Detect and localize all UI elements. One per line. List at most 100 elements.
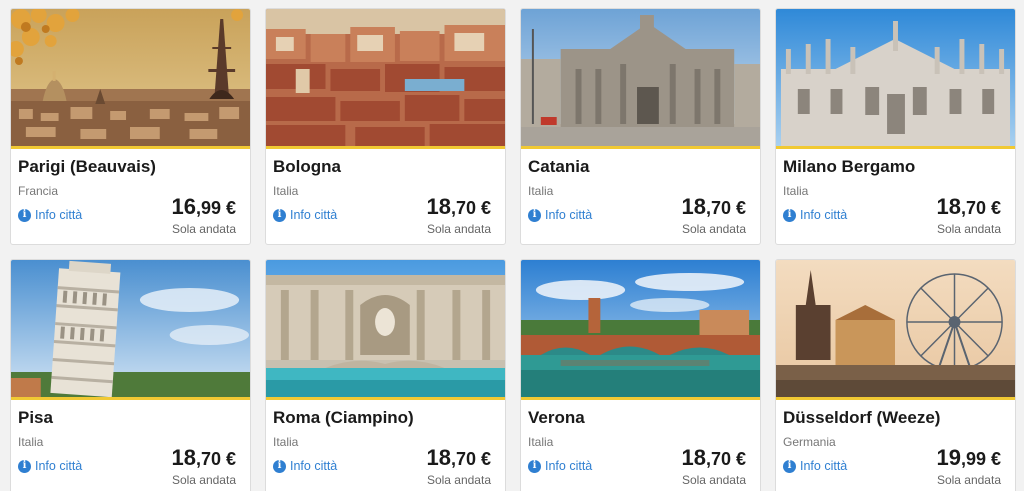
price-currency: € [730,198,746,218]
destination-card-pisa[interactable]: Pisa Italia i Info città 18,70 € Sola an… [10,259,251,491]
price-integer: 18 [426,445,451,470]
card-info: Roma (Ciampino) Italia i Info città 18,7… [266,400,505,491]
city-name[interactable]: Parigi (Beauvais) [18,157,156,177]
info-circle-icon: i [783,459,796,473]
city-info-link[interactable]: i Info città [783,459,847,473]
destination-card-roma[interactable]: Roma (Ciampino) Italia i Info città 18,7… [265,259,506,491]
city-info-label: Info città [290,459,338,473]
price-integer: 16 [171,194,196,219]
price-integer: 18 [171,445,196,470]
city-name[interactable]: Pisa [18,408,53,428]
price-currency: € [985,449,1001,469]
fare-type: Sola andata [936,473,1001,487]
destination-grid: Parigi (Beauvais) Francia i Info città 1… [0,0,1024,491]
price[interactable]: 18,70 € [171,445,236,471]
country-name: Italia [18,435,44,449]
price[interactable]: 18,70 € [426,194,491,220]
price[interactable]: 18,70 € [681,445,746,471]
price-integer: 18 [681,194,706,219]
price-currency: € [220,449,236,469]
city-name[interactable]: Catania [528,157,589,177]
price[interactable]: 18,70 € [426,445,491,471]
destination-card-dusseldorf[interactable]: Düsseldorf (Weeze) Germania i Info città… [775,259,1016,491]
city-info-label: Info città [545,459,593,473]
price-currency: € [730,449,746,469]
city-info-label: Info città [800,208,848,222]
city-info-link[interactable]: i Info città [273,208,337,222]
fare-type: Sola andata [171,473,236,487]
info-circle-icon: i [528,208,541,222]
fare-type: Sola andata [426,473,491,487]
city-name[interactable]: Bologna [273,157,341,177]
city-name[interactable]: Verona [528,408,585,428]
city-info-link[interactable]: i Info città [528,459,592,473]
country-name: Italia [273,435,299,449]
city-info-label: Info città [290,208,338,222]
price-integer: 18 [936,194,961,219]
city-info-link[interactable]: i Info città [783,208,847,222]
price[interactable]: 18,70 € [681,194,746,220]
city-name[interactable]: Milano Bergamo [783,157,915,177]
destination-card-bologna[interactable]: Bologna Italia i Info città 18,70 € Sola… [265,8,506,245]
city-info-label: Info città [35,208,83,222]
city-info-link[interactable]: i Info città [18,208,82,222]
price-currency: € [985,198,1001,218]
price[interactable]: 16,99 € [171,194,236,220]
destination-card-catania[interactable]: Catania Italia i Info città 18,70 € Sola… [520,8,761,245]
fare-type: Sola andata [426,222,491,236]
card-info: Milano Bergamo Italia i Info città 18,70… [776,149,1015,244]
card-info: Catania Italia i Info città 18,70 € Sola… [521,149,760,244]
price[interactable]: 18,70 € [936,194,1001,220]
info-circle-icon: i [18,208,31,222]
card-info: Bologna Italia i Info città 18,70 € Sola… [266,149,505,244]
price-decimal: ,70 [960,198,986,218]
price-decimal: ,70 [450,198,476,218]
price-decimal: ,70 [450,449,476,469]
card-info: Pisa Italia i Info città 18,70 € Sola an… [11,400,250,491]
country-name: Italia [528,435,554,449]
city-info-label: Info città [35,459,83,473]
destination-card-milano-bergamo[interactable]: Milano Bergamo Italia i Info città 18,70… [775,8,1016,245]
card-info: Verona Italia i Info città 18,70 € Sola … [521,400,760,491]
price[interactable]: 19,99 € [936,445,1001,471]
destination-card-parigi[interactable]: Parigi (Beauvais) Francia i Info città 1… [10,8,251,245]
city-name[interactable]: Roma (Ciampino) [273,408,414,428]
city-info-link[interactable]: i Info città [528,208,592,222]
city-name[interactable]: Düsseldorf (Weeze) [783,408,940,428]
price-currency: € [475,198,491,218]
trevi-fountain-photo [266,260,505,397]
destination-card-verona[interactable]: Verona Italia i Info città 18,70 € Sola … [520,259,761,491]
price-decimal: ,99 [960,449,986,469]
city-info-link[interactable]: i Info città [273,459,337,473]
eiffel-tower-photo [11,9,250,146]
info-circle-icon: i [18,459,31,473]
info-circle-icon: i [783,208,796,222]
bologna-rooftops-photo [266,9,505,146]
price-currency: € [475,449,491,469]
fare-type: Sola andata [681,222,746,236]
price-integer: 19 [936,445,961,470]
price-integer: 18 [426,194,451,219]
info-circle-icon: i [528,459,541,473]
country-name: Italia [528,184,554,198]
city-info-label: Info città [800,459,848,473]
price-decimal: ,70 [705,449,731,469]
fare-type: Sola andata [681,473,746,487]
country-name: Italia [783,184,809,198]
country-name: Germania [783,435,836,449]
ferris-wheel-photo [776,260,1015,397]
verona-bridge-photo [521,260,760,397]
city-info-label: Info città [545,208,593,222]
catania-cathedral-photo [521,9,760,146]
info-circle-icon: i [273,208,286,222]
info-circle-icon: i [273,459,286,473]
city-info-link[interactable]: i Info città [18,459,82,473]
country-name: Italia [273,184,299,198]
fare-type: Sola andata [171,222,236,236]
fare-type: Sola andata [936,222,1001,236]
leaning-tower-photo [11,260,250,397]
price-integer: 18 [681,445,706,470]
country-name: Francia [18,184,59,198]
card-info: Düsseldorf (Weeze) Germania i Info città… [776,400,1015,491]
price-decimal: ,70 [705,198,731,218]
